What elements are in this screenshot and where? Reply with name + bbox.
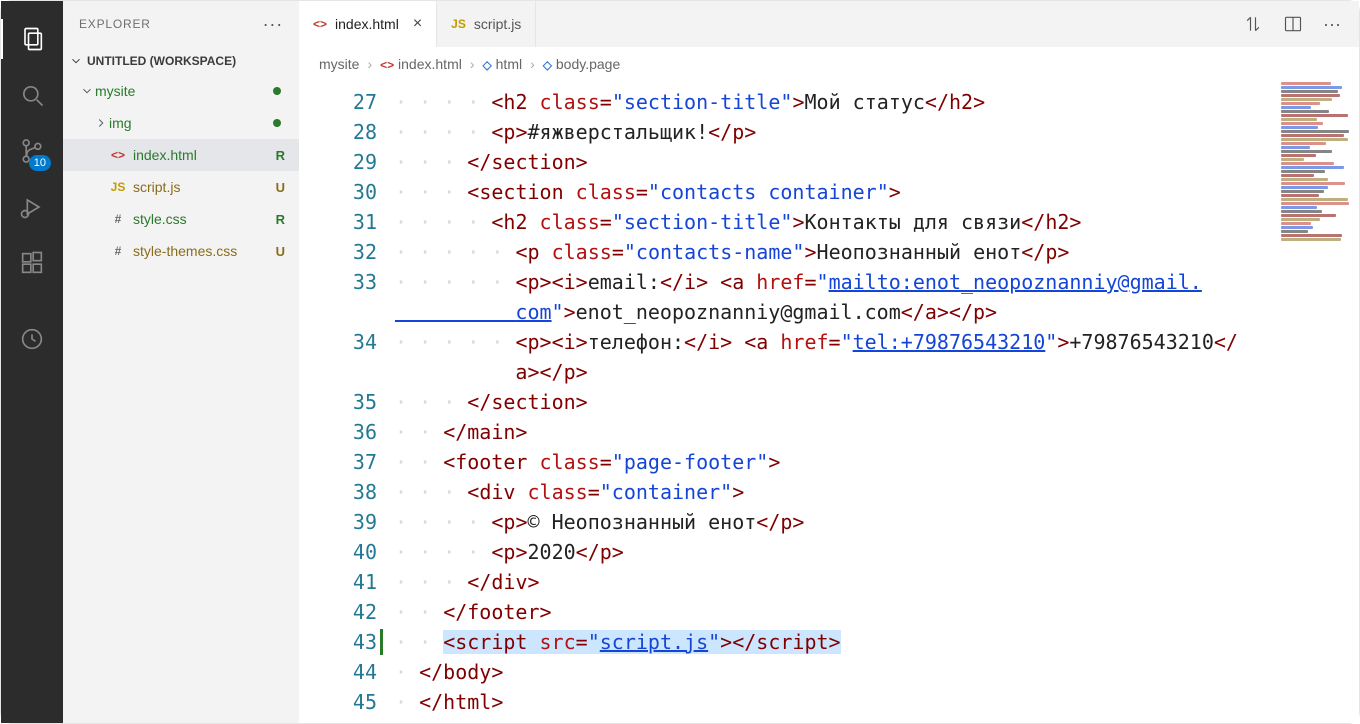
modified-dot	[273, 119, 281, 127]
files-icon	[18, 25, 46, 53]
editor-tab[interactable]: <>index.html×	[299, 1, 437, 47]
chevron-down-icon	[69, 54, 83, 68]
vcs-status: R	[276, 212, 285, 227]
activity-debug[interactable]	[1, 179, 63, 235]
extensions-icon	[18, 249, 46, 277]
tab-label: index.html	[335, 16, 399, 32]
activity-search[interactable]	[1, 67, 63, 123]
activity-extensions[interactable]	[1, 235, 63, 291]
activity-scm[interactable]: 10	[1, 123, 63, 179]
play-bug-icon	[18, 193, 46, 221]
editor-tab[interactable]: JSscript.js	[437, 1, 536, 47]
workspace-label: UNTITLED (WORKSPACE)	[87, 54, 236, 68]
breadcrumb-item[interactable]: ◇ body.page	[543, 56, 620, 72]
explorer-title: EXPLORER	[79, 17, 151, 31]
breadcrumb-item[interactable]: ◇ html	[483, 56, 523, 72]
line-gutter: 27282930313233343536373839404142434445	[299, 81, 395, 723]
minimap[interactable]	[1277, 81, 1359, 261]
file-row[interactable]: JSscript.jsU	[63, 171, 299, 203]
modified-dot	[273, 87, 281, 95]
explorer-sidebar: EXPLORER ··· UNTITLED (WORKSPACE) mysite…	[63, 1, 299, 723]
tab-actions: ···	[1243, 1, 1359, 47]
tree-label: style.css	[133, 211, 187, 227]
vcs-status: U	[276, 180, 285, 195]
tab-label: script.js	[474, 16, 521, 32]
tree-label: index.html	[133, 147, 197, 163]
history-icon	[18, 325, 46, 353]
breadcrumbs[interactable]: mysite›<> index.html›◇ html›◇ body.page	[299, 47, 1359, 81]
breadcrumb-item[interactable]: mysite	[319, 56, 359, 72]
vcs-status: U	[276, 244, 285, 259]
breadcrumb-item[interactable]: <> index.html	[380, 56, 462, 72]
tree-label: img	[109, 115, 132, 131]
tree-label: style-themes.css	[133, 243, 237, 259]
more-icon[interactable]: ···	[263, 14, 283, 35]
activity-timeline[interactable]	[1, 311, 63, 367]
compare-icon[interactable]	[1243, 14, 1263, 34]
folder-row[interactable]: mysite	[63, 75, 299, 107]
editor-tabs: <>index.html×JSscript.js ···	[299, 1, 1359, 47]
code-editor[interactable]: 27282930313233343536373839404142434445 ·…	[299, 81, 1359, 723]
activity-explorer[interactable]	[1, 11, 63, 67]
file-row[interactable]: #style.cssR	[63, 203, 299, 235]
search-icon	[18, 81, 46, 109]
editor-area: <>index.html×JSscript.js ··· mysite›<> i…	[299, 1, 1359, 723]
file-row[interactable]: <>index.htmlR	[63, 139, 299, 171]
file-row[interactable]: #style-themes.cssU	[63, 235, 299, 267]
activity-bar: 10	[1, 1, 63, 723]
folder-row[interactable]: img	[63, 107, 299, 139]
workspace-root[interactable]: UNTITLED (WORKSPACE)	[63, 47, 299, 75]
split-icon[interactable]	[1283, 14, 1303, 34]
vcs-status: R	[276, 148, 285, 163]
tree-label: script.js	[133, 179, 180, 195]
close-icon[interactable]: ×	[413, 15, 422, 33]
code-content[interactable]: · · · · <h2 class="section-title">Мой ст…	[395, 81, 1359, 723]
more-icon[interactable]: ···	[1323, 14, 1341, 35]
file-tree: mysiteimg<>index.htmlRJSscript.jsU#style…	[63, 75, 299, 267]
scm-badge: 10	[29, 155, 51, 171]
tree-label: mysite	[95, 83, 135, 99]
explorer-header: EXPLORER ···	[63, 1, 299, 47]
